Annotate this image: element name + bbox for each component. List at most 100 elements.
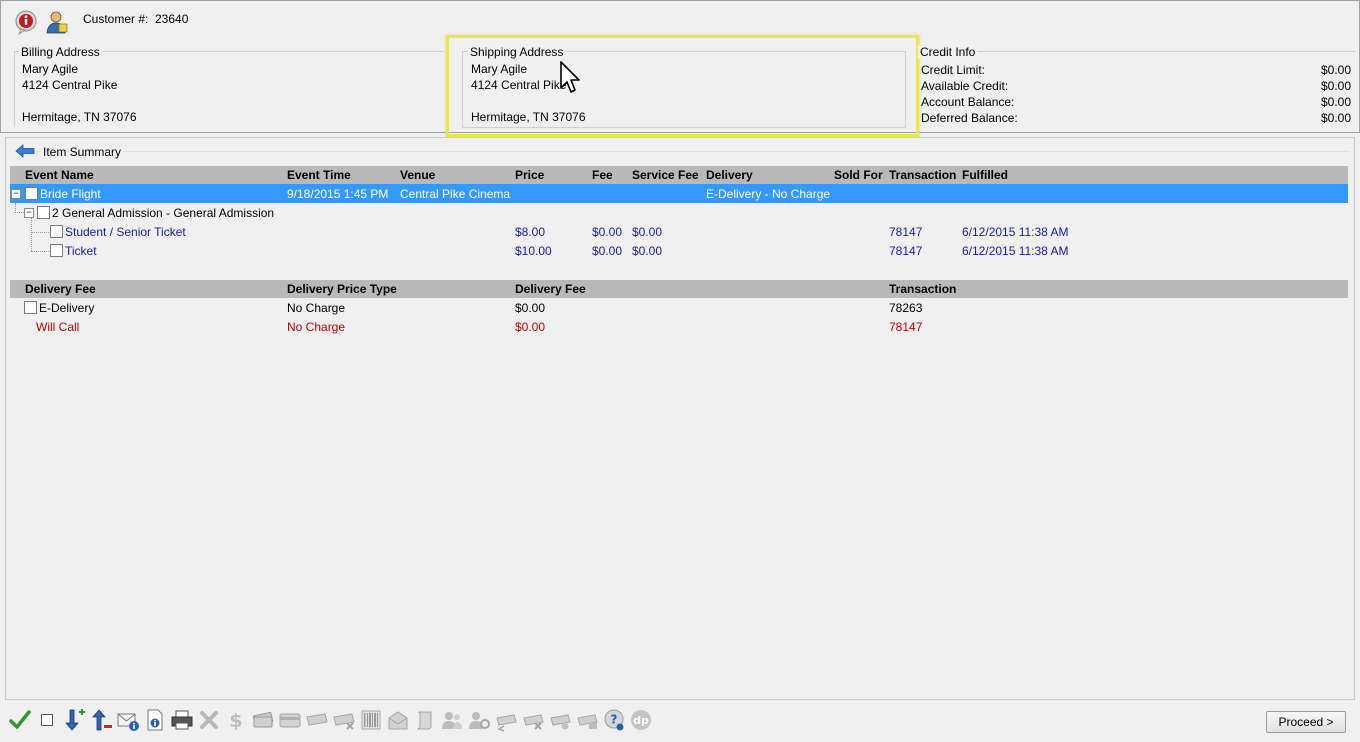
col-fee[interactable]: Fee xyxy=(592,168,613,182)
customer-user-icon[interactable] xyxy=(44,9,70,35)
col-sold-for[interactable]: Sold For xyxy=(834,168,883,182)
envelope-open-icon[interactable] xyxy=(386,708,410,732)
delivery-transaction: 78147 xyxy=(889,320,923,334)
event-time: 9/18/2015 1:45 PM xyxy=(287,187,389,201)
billing-group-left-border xyxy=(14,51,15,127)
account-balance-label: Account Balance: xyxy=(921,95,1015,109)
delivery-row[interactable]: E-Delivery No Charge $0.00 78263 xyxy=(10,298,1348,317)
col-service-fee[interactable]: Service Fee xyxy=(632,168,699,182)
event-name: Bride Flight xyxy=(40,187,101,201)
svg-text:dp: dp xyxy=(633,714,649,727)
shipping-group-right-border xyxy=(905,51,906,127)
dp-logo-icon[interactable]: dp xyxy=(629,708,653,732)
col-event-name[interactable]: Event Name xyxy=(25,168,94,182)
credit-info-title: Credit Info xyxy=(918,45,978,59)
col-venue[interactable]: Venue xyxy=(400,168,435,182)
ticket-service-fee: $0.00 xyxy=(632,244,663,258)
col-price[interactable]: Price xyxy=(515,168,544,182)
event-row[interactable]: − Bride Flight 9/18/2015 1:45 PM Central… xyxy=(10,184,1348,203)
col-delivery-price-type[interactable]: Delivery Price Type xyxy=(287,282,397,296)
customer-number-label: Customer #: xyxy=(83,12,149,26)
move-down-add-icon[interactable] xyxy=(62,708,86,732)
mouse-cursor-icon xyxy=(559,60,583,99)
credit-limit-row: Credit Limit: $0.00 xyxy=(921,62,1351,78)
ticket-fee: $0.00 xyxy=(592,225,623,239)
delivery-fee: $0.00 xyxy=(515,320,546,334)
col-transaction[interactable]: Transaction xyxy=(889,168,956,182)
ticket-remove-icon[interactable] xyxy=(332,708,356,732)
col-delivery-fee-name[interactable]: Delivery Fee xyxy=(25,282,96,296)
cash-stack-icon[interactable] xyxy=(251,708,275,732)
ticket-name: Ticket xyxy=(65,244,97,258)
item-summary-divider xyxy=(36,151,1350,152)
group-checkbox[interactable] xyxy=(37,206,50,219)
shipping-group-bottom-border xyxy=(462,127,906,128)
users-icon[interactable] xyxy=(440,708,464,732)
info-icon[interactable] xyxy=(13,9,39,35)
ticket-fulfilled: 6/12/2015 11:38 AM xyxy=(962,225,1069,239)
delivery-price-type: No Charge xyxy=(287,301,346,315)
shipping-name: Mary Agile xyxy=(471,62,528,76)
event-venue: Central Pike Cinema xyxy=(400,187,511,201)
billing-city: Hermitage, TN 37076 xyxy=(22,110,137,124)
group-label: 2 General Admission - General Admission xyxy=(52,206,275,220)
ticket-print-icon[interactable] xyxy=(575,708,599,732)
ticket-row[interactable]: Student / Senior Ticket $8.00 $0.00 $0.0… xyxy=(10,222,1348,241)
document-info-icon[interactable] xyxy=(143,708,167,732)
available-credit-row: Available Credit: $0.00 xyxy=(921,78,1351,94)
ticket-transaction: 78147 xyxy=(889,244,923,258)
col-fulfilled[interactable]: Fulfilled xyxy=(962,168,1008,182)
ticket-transaction: 78147 xyxy=(889,225,923,239)
event-delivery: E-Delivery - No Charge xyxy=(706,187,831,201)
billing-address-title: Billing Address xyxy=(19,45,102,59)
items-grid-header: Event Name Event Time Venue Price Fee Se… xyxy=(10,166,1348,184)
group-collapse-icon[interactable]: − xyxy=(24,208,34,218)
event-collapse-icon[interactable]: − xyxy=(11,189,21,199)
delivery-price-type: No Charge xyxy=(287,320,346,334)
barcode-icon[interactable] xyxy=(359,708,383,732)
delivery-grid-header: Delivery Fee Delivery Price Type Deliver… xyxy=(10,280,1348,298)
back-arrow-icon[interactable] xyxy=(15,143,35,162)
ticket-arrow-left-icon[interactable] xyxy=(494,708,518,732)
ticket-service-fee: $0.00 xyxy=(632,225,663,239)
event-checkbox[interactable] xyxy=(25,187,38,200)
unchecked-box-icon[interactable] xyxy=(35,708,59,732)
checkmark-icon[interactable] xyxy=(8,708,32,732)
scroll-icon[interactable] xyxy=(413,708,437,732)
account-balance-row: Account Balance: $0.00 xyxy=(921,94,1351,110)
ticket-checkbox[interactable] xyxy=(50,244,63,257)
ticket-cancel-icon[interactable] xyxy=(521,708,545,732)
delivery-transaction: 78263 xyxy=(889,301,923,315)
ticket-fee: $0.00 xyxy=(592,244,623,258)
cancel-x-icon[interactable] xyxy=(197,708,221,732)
credit-group-border xyxy=(918,51,1356,52)
ticket-price: $8.00 xyxy=(515,225,546,239)
delivery-checkbox[interactable] xyxy=(24,301,37,314)
ticket-checkbox[interactable] xyxy=(50,225,63,238)
deferred-balance-row: Deferred Balance: $0.00 xyxy=(921,110,1351,126)
svg-text:?: ? xyxy=(611,713,618,727)
admission-group-row[interactable]: − 2 General Admission - General Admissio… xyxy=(10,203,1348,222)
col-event-time[interactable]: Event Time xyxy=(287,168,351,182)
col-delivery-fee-amount[interactable]: Delivery Fee xyxy=(515,282,586,296)
move-up-remove-icon[interactable] xyxy=(89,708,113,732)
shipping-street: 4124 Central Pike xyxy=(471,78,567,92)
printer-icon[interactable] xyxy=(170,708,194,732)
dollar-icon[interactable]: $ xyxy=(224,708,248,732)
voided-delivery-row[interactable]: Will Call No Charge $0.00 78147 xyxy=(10,317,1348,336)
credit-card-icon[interactable] xyxy=(278,708,302,732)
proceed-button[interactable]: Proceed > xyxy=(1266,711,1346,733)
ticket-row[interactable]: Ticket $10.00 $0.00 $0.00 78147 6/12/201… xyxy=(10,241,1348,260)
delivery-name: E-Delivery xyxy=(39,301,95,315)
available-credit-label: Available Credit: xyxy=(921,79,1009,93)
user-settings-icon[interactable] xyxy=(467,708,491,732)
help-question-icon[interactable]: ? xyxy=(602,708,626,732)
credit-limit-label: Credit Limit: xyxy=(921,63,986,77)
col-delivery[interactable]: Delivery xyxy=(706,168,753,182)
ticket-refund-icon[interactable] xyxy=(548,708,572,732)
col-delivery-transaction[interactable]: Transaction xyxy=(889,282,956,296)
bottom-toolbar: $ ? dp xyxy=(8,704,653,736)
credit-limit-value: $0.00 xyxy=(1320,63,1351,77)
email-info-icon[interactable] xyxy=(116,708,140,732)
ticket-icon[interactable] xyxy=(305,708,329,732)
